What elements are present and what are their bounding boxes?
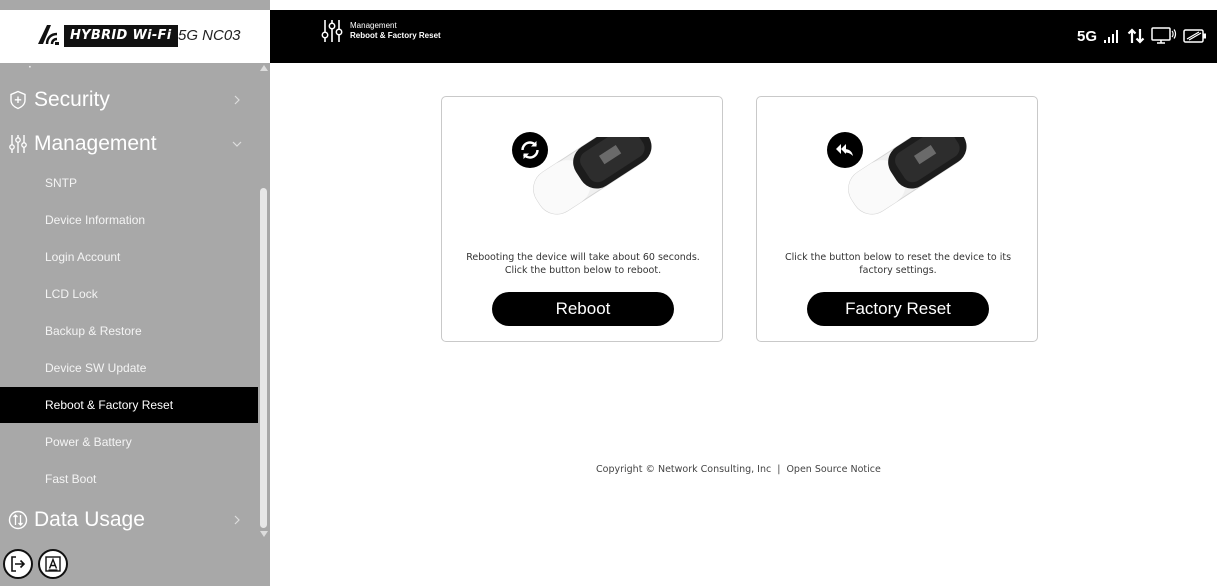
sidebar-item-label: Login Account [45, 250, 121, 264]
connected-device-icon [1151, 27, 1177, 44]
open-source-notice-link[interactable]: Open Source Notice [786, 464, 880, 475]
sliders-icon [9, 135, 27, 153]
sidebar-item-sntp[interactable]: SNTP [0, 165, 258, 201]
sidebar-item-label: Reboot & Factory Reset [45, 398, 174, 412]
font-size-icon [45, 556, 61, 572]
sidebar-item-fast-boot[interactable]: Fast Boot [0, 461, 258, 497]
reply-all-icon [836, 144, 853, 156]
sidebar-section-label: Security [34, 88, 110, 111]
sidebar-item-label: LCD Lock [45, 287, 98, 301]
font-size-button[interactable] [38, 549, 68, 579]
sidebar-item-label: Device SW Update [45, 361, 147, 375]
sidebar-item-device-sw-update[interactable]: Device SW Update [0, 350, 258, 386]
refresh-badge [512, 132, 548, 168]
scrollbar-thumb[interactable] [260, 188, 267, 528]
sidebar-scrollbar[interactable] [258, 63, 270, 541]
sidebar-item-label: Device Information [45, 213, 146, 227]
reset-badge [827, 132, 863, 168]
sidebar-section-management[interactable]: Management [0, 124, 258, 164]
factory-reset-description: Click the button below to reset the devi… [765, 251, 1031, 277]
chevron-right-icon [234, 515, 240, 525]
sidebar-item-backup-restore[interactable]: Backup & Restore [0, 313, 258, 349]
sidebar-item-label: Power & Battery [45, 435, 132, 449]
logo-model: 5G NC03 [178, 27, 241, 44]
reboot-description-line: Rebooting the device will take about 60 … [466, 252, 700, 263]
network-type: 5G [1076, 27, 1097, 45]
battery-charging-icon [1183, 29, 1206, 43]
scroll-up-icon[interactable] [260, 63, 268, 73]
shield-plus-icon [10, 90, 26, 110]
factory-reset-description-line: factory settings. [859, 265, 937, 276]
brand-logo-icon [38, 25, 59, 45]
sidebar-item-device-information[interactable]: Device Information [0, 202, 258, 238]
scroll-down-icon[interactable] [260, 529, 268, 539]
sidebar-item-login-account[interactable]: Login Account [0, 239, 258, 275]
reboot-description: Rebooting the device will take about 60 … [450, 251, 716, 277]
logo: HYBRID Wi-Fi 5G NC03 [0, 10, 270, 63]
footer: Copyright © Network Consulting, Inc | Open… [596, 464, 881, 475]
copyright-text: Copyright © Network Consulting, Inc [596, 464, 772, 475]
breadcrumb-parent: Management [350, 21, 397, 30]
logout-icon [11, 556, 26, 572]
sidebar-item-reboot-factory-reset[interactable]: Reboot & Factory Reset [0, 387, 258, 423]
refresh-icon [521, 141, 539, 159]
sidebar-item-label: Backup & Restore [45, 324, 142, 338]
signal-icon [1104, 30, 1118, 43]
factory-reset-button[interactable]: Factory Reset [807, 292, 989, 326]
sidebar-section-security[interactable]: Security [0, 80, 258, 120]
chevron-right-icon [234, 95, 240, 105]
sidebar-item-power-battery[interactable]: Power & Battery [0, 424, 258, 460]
sidebar-section-label: Management [34, 132, 157, 155]
header: Management Reboot & Factory Reset 5G [270, 10, 1217, 63]
sidebar-section-label: Data Usage [34, 508, 145, 531]
reboot-button[interactable]: Reboot [492, 292, 674, 326]
sliders-icon [321, 20, 343, 42]
factory-reset-card: Click the button below to reset the devi… [756, 96, 1038, 342]
chevron-down-icon [232, 141, 242, 147]
footer-separator: | [777, 464, 781, 475]
menu-dot: · [28, 60, 32, 74]
sidebar-section-data-usage[interactable]: Data Usage [0, 500, 258, 540]
logout-button[interactable] [3, 549, 33, 579]
sidebar: HYBRID Wi-Fi 5G NC03 · Security Manageme… [0, 0, 270, 586]
factory-reset-description-line: Click the button below to reset the devi… [784, 252, 1012, 263]
reboot-description-line: Click the button below to reboot. [504, 265, 662, 276]
page-title: Reboot & Factory Reset [350, 31, 441, 40]
reboot-card: Rebooting the device will take about 60 … [441, 96, 723, 342]
sidebar-item-label: SNTP [45, 176, 78, 190]
sidebar-item-lcd-lock[interactable]: LCD Lock [0, 276, 258, 312]
status-icons: 5G [1077, 26, 1207, 46]
data-arrows-icon [8, 510, 28, 530]
data-transfer-icon [1127, 28, 1145, 44]
sidebar-item-label: Fast Boot [45, 472, 97, 486]
logo-badge: HYBRID Wi-Fi [64, 25, 178, 47]
